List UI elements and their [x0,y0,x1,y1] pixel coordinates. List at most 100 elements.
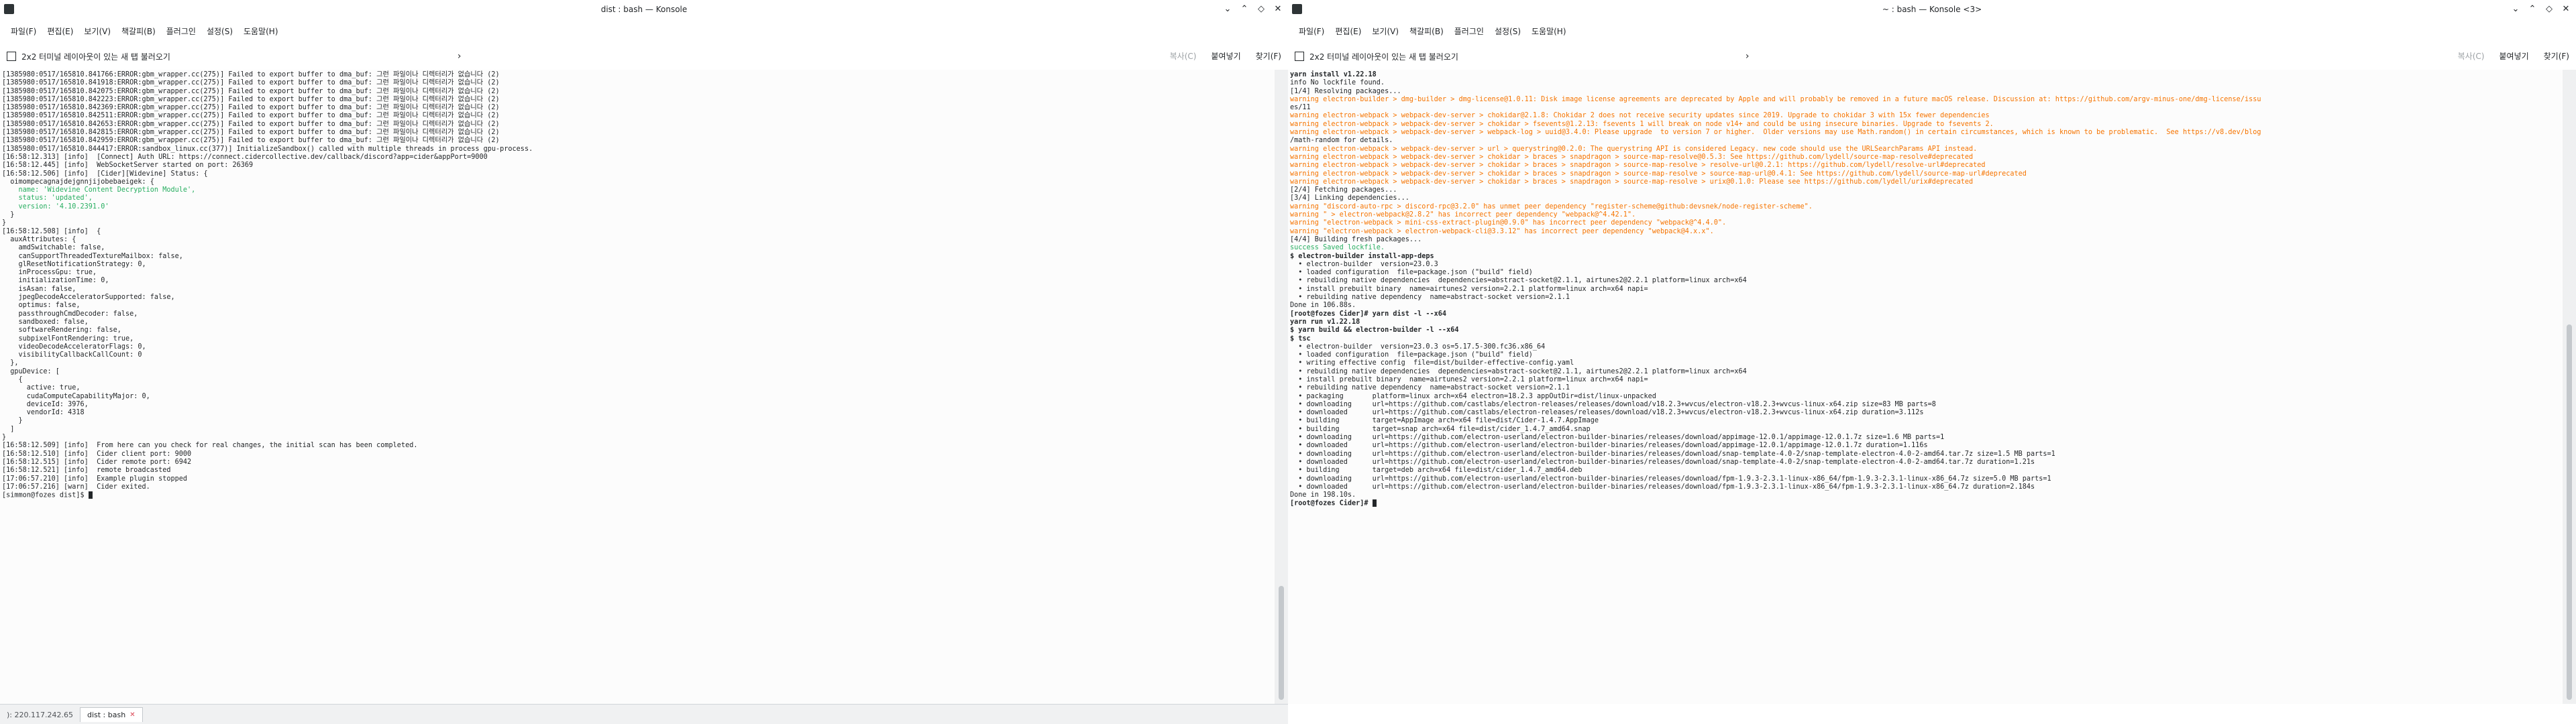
terminal-line: [4/4] Building fresh packages... [1290,235,1422,243]
chevron-right-icon[interactable]: › [458,51,462,62]
maximize-icon[interactable]: ⌃ [2526,3,2538,15]
minimize-icon[interactable]: ⌄ [1222,3,1234,15]
scrollbar[interactable] [1275,70,1288,704]
terminal-line: • downloading url=https://github.com/ele… [1290,475,2051,483]
terminal-line: warning "electron-webpack > electron-web… [1290,227,1714,235]
menu-view[interactable]: 보기(V) [78,25,116,37]
menu-edit[interactable]: 편집(E) [42,25,78,37]
minimize-icon[interactable]: ⌄ [2510,3,2522,15]
terminal-line: • rebuilding native dependency name=abst… [1290,294,1570,302]
window-titlebar[interactable]: ~ : bash — Konsole <3> ⌄ ⌃ ◇ ✕ [1288,0,2576,19]
menu-edit[interactable]: 편집(E) [1330,25,1366,37]
terminal-line: • downloaded url=https://github.com/cast… [1290,409,1924,417]
terminal-line: warning electron-webpack > webpack-dev-s… [1290,178,1974,186]
terminal-line: } [2,219,7,227]
tab-dist-bash[interactable]: dist : bash ✕ [79,707,143,722]
terminal-line: info No lockfile found. [1290,79,1385,87]
terminal-line: [root@fozes Cider]# yarn dist -l --x64 [1290,310,1447,318]
terminal-line: sandboxed: false, [2,318,89,326]
terminal-line: Done in 198.10s. [1290,491,1356,499]
new-tab-layout-label: 2x2 터미널 레이아웃이 있는 새 탭 불러오기 [1309,52,1458,62]
terminal-line: optimus: false, [2,302,80,310]
terminal-line: • loaded configuration file=package.json… [1290,269,1533,277]
terminal-line: } [2,211,15,219]
terminal-line: auxAttributes: { [2,235,76,243]
terminal-line: canSupportThreadedTextureMailbox: false, [2,252,183,260]
scrollbar[interactable] [2563,70,2576,704]
terminal-line: amdSwitchable: false, [2,244,105,252]
new-tab-layout-button[interactable]: 2x2 터미널 레이아웃이 있는 새 탭 불러오기 › [1288,51,1750,62]
menu-settings[interactable]: 설정(S) [1489,25,1526,37]
terminal-line: • install prebuilt binary name=airtunes2… [1290,285,1648,293]
terminal-line: • packaging platform=linux arch=x64 elec… [1290,392,1656,400]
terminal-line: • downloading url=https://github.com/cas… [1290,400,1936,408]
find-button[interactable]: 찾기(F) [1256,50,1281,62]
terminal-line: warning "electron-webpack > mini-css-ext… [1290,219,1727,227]
terminal-output[interactable]: yarn install v1.22.18 info No lockfile fo… [1288,70,2563,704]
tab-ssh[interactable]: ): 220.117.242.65 [0,708,80,722]
scrollbar-thumb[interactable] [2567,324,2572,700]
window-titlebar[interactable]: dist : bash — Konsole ⌄ ⌃ ◇ ✕ [0,0,1288,19]
terminal-line: • building target=AppImage arch=x64 file… [1290,417,1599,425]
paste-button[interactable]: 붙여넣기 [2499,50,2528,62]
terminal-line: [1385980:0517/165810.842511:ERROR:gbm_wr… [2,112,500,120]
paste-button[interactable]: 붙여넣기 [1211,50,1240,62]
terminal-line: [16:58:12.515] [info] Cider remote port:… [2,458,192,466]
terminal-line: [1385980:0517/165810.842959:ERROR:gbm_wr… [2,137,500,145]
terminal-line: [16:58:12.508] [info] { [2,227,101,235]
maximize-icon[interactable]: ⌃ [1238,3,1250,15]
terminal-line: [16:58:12.510] [info] Cider client port:… [2,450,192,458]
terminal-line: $ tsc [1290,335,1311,343]
terminal-output[interactable]: [1385980:0517/165810.841766:ERROR:gbm_wr… [0,70,1275,704]
copy-button[interactable]: 복사(C) [1170,50,1197,62]
terminal-line: [1385980:0517/165810.841918:ERROR:gbm_wr… [2,79,500,87]
terminal-line: [16:58:12.509] [info] From here can you … [2,442,418,450]
keep-above-icon[interactable]: ◇ [1255,3,1267,15]
menu-file[interactable]: 파일(F) [1293,25,1330,37]
terminal-line: [1385980:0517/165810.842815:ERROR:gbm_wr… [2,129,500,137]
menu-plugins[interactable]: 플러그인 [161,25,201,37]
new-tab-layout-icon [7,52,16,61]
terminal-line: softwareRendering: false, [2,326,121,335]
terminal-line: warning electron-webpack > webpack-dev-s… [1290,112,1990,120]
scrollbar-thumb[interactable] [1279,586,1284,700]
terminal-line: inProcessGpu: true, [2,269,97,277]
close-tab-icon[interactable]: ✕ [129,711,135,719]
new-tab-layout-icon [1295,52,1304,61]
terminal-line: warning electron-webpack > webpack-dev-s… [1290,120,1994,128]
new-tab-layout-button[interactable]: 2x2 터미널 레이아웃이 있는 새 탭 불러오기 › [0,51,462,62]
close-icon[interactable]: ✕ [1272,3,1284,15]
terminal-line: oimompecagnajdejgnnjijobebaeigek: { [2,178,154,186]
toolbar: 2x2 터미널 레이아웃이 있는 새 탭 불러오기 › 복사(C) 붙여넣기 찾… [0,43,1288,70]
chevron-right-icon[interactable]: › [1746,51,1750,62]
terminal-line: Done in 106.88s. [1290,302,1356,310]
terminal-line: • downloaded url=https://github.com/elec… [1290,458,2035,466]
terminal-line: [1385980:0517/165810.841766:ERROR:gbm_wr… [2,71,500,78]
terminal-line: [1385980:0517/165810.842075:ERROR:gbm_wr… [2,87,500,95]
terminal-line: • loaded configuration file=package.json… [1290,351,1533,359]
terminal-line: glResetNotificationStrategy: 0, [2,260,146,268]
menu-help[interactable]: 도움말(H) [238,25,284,37]
terminal-line: warning electron-webpack > webpack-dev-s… [1290,153,1974,161]
terminal-line: • writing effective config file=dist/bui… [1290,359,1574,367]
menu-bookmarks[interactable]: 책갈피(B) [1404,25,1449,37]
menu-bookmarks[interactable]: 책갈피(B) [116,25,161,37]
menu-view[interactable]: 보기(V) [1366,25,1404,37]
menu-settings[interactable]: 설정(S) [201,25,238,37]
menu-file[interactable]: 파일(F) [5,25,42,37]
terminal-line: • building target=deb arch=x64 file=dist… [1290,467,1582,475]
find-button[interactable]: 찾기(F) [2544,50,2569,62]
terminal-line: isAsan: false, [2,285,76,293]
terminal-line: success Saved lockfile. [1290,244,1385,252]
toolbar: 2x2 터미널 레이아웃이 있는 새 탭 불러오기 › 복사(C) 붙여넣기 찾… [1288,43,2576,70]
menu-help[interactable]: 도움말(H) [1526,25,1572,37]
terminal-cursor [1372,499,1377,507]
terminal-line: gpuDevice: [ [2,367,60,375]
terminal-line: [root@fozes Cider]# [1290,499,2561,507]
keep-above-icon[interactable]: ◇ [2543,3,2555,15]
close-icon[interactable]: ✕ [2560,3,2572,15]
menu-plugins[interactable]: 플러그인 [1449,25,1489,37]
copy-button[interactable]: 복사(C) [2458,50,2485,62]
terminal-line: [16:58:12.445] [info] WebSocketServer st… [2,162,254,170]
terminal-line: • downloaded url=https://github.com/elec… [1290,483,2035,491]
